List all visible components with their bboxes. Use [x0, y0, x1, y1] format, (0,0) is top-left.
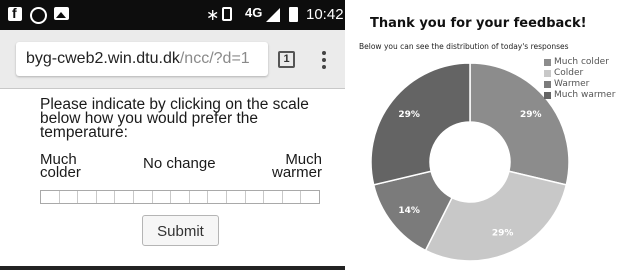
scale-cell[interactable] — [41, 191, 60, 203]
overflow-menu-icon[interactable] — [322, 51, 326, 69]
legend-label: Warmer — [554, 79, 590, 89]
slice-value-label: 29% — [520, 110, 542, 120]
results-panel: Thank you for your feedback! Below you c… — [352, 0, 626, 270]
survey-instruction: Please indicate by clicking on the scale… — [40, 96, 309, 141]
scale-cell[interactable] — [134, 191, 153, 203]
submit-button[interactable]: Submit — [142, 215, 219, 246]
scale-cell[interactable] — [283, 191, 302, 203]
vibrate-icon — [222, 7, 232, 21]
slice-value-label: 29% — [492, 228, 514, 238]
legend-swatch — [544, 59, 551, 66]
battery-icon — [289, 7, 298, 22]
scale-cell[interactable] — [115, 191, 134, 203]
signal-icon — [266, 8, 280, 22]
status-time: 10:42 — [306, 6, 344, 23]
scale-cell[interactable] — [171, 191, 190, 203]
status-bar: ∗ 4G 10:42 — [0, 0, 345, 30]
donut-slice[interactable] — [370, 62, 471, 186]
donut-chart: 29% 29% 14% 29% — [370, 62, 570, 262]
network-type: 4G — [245, 5, 263, 20]
scale-cell[interactable] — [190, 191, 209, 203]
scale-label-colder: Much colder — [40, 151, 81, 181]
phone-screen: ∗ 4G 10:42 byg-cweb2.win.dtu.dk/ncc/?d=1… — [0, 0, 345, 270]
scale-label-warmer: Much warmer — [271, 151, 322, 181]
url-path: /ncc/?d=1 — [179, 50, 250, 67]
tab-switcher-icon[interactable]: 1 — [278, 51, 295, 68]
legend-label: Much warmer — [554, 90, 616, 100]
scale-cell[interactable] — [264, 191, 283, 203]
scale-cell[interactable] — [246, 191, 265, 203]
scale-cell[interactable] — [227, 191, 246, 203]
scale-cell[interactable] — [60, 191, 79, 203]
scale-cell[interactable] — [208, 191, 227, 203]
legend-swatch — [544, 70, 551, 77]
screen-bottom-edge — [0, 266, 345, 270]
legend-label: Much colder — [554, 57, 609, 67]
slice-value-label: 14% — [398, 206, 420, 216]
image-icon — [54, 7, 69, 20]
url-host: byg-cweb2.win.dtu.dk — [26, 50, 180, 67]
legend-swatch — [544, 92, 551, 99]
slice-value-label: 29% — [398, 110, 420, 120]
whatsapp-icon — [30, 7, 47, 24]
scale-cell[interactable] — [97, 191, 116, 203]
survey-page: Please indicate by clicking on the scale… — [0, 89, 345, 270]
facebook-icon — [8, 5, 22, 21]
scale-label-nochange: No change — [143, 155, 216, 172]
scale-cell[interactable] — [153, 191, 172, 203]
bluetooth-icon: ∗ — [206, 7, 220, 24]
donut-slice[interactable] — [424, 170, 568, 262]
scale-cell[interactable] — [301, 191, 319, 203]
legend-label: Colder — [554, 68, 584, 78]
legend-swatch — [544, 81, 551, 88]
url-field[interactable]: byg-cweb2.win.dtu.dk/ncc/?d=1 — [16, 42, 268, 76]
browser-toolbar: byg-cweb2.win.dtu.dk/ncc/?d=1 1 — [0, 30, 345, 89]
temperature-scale[interactable] — [40, 190, 320, 204]
scale-cell[interactable] — [78, 191, 97, 203]
